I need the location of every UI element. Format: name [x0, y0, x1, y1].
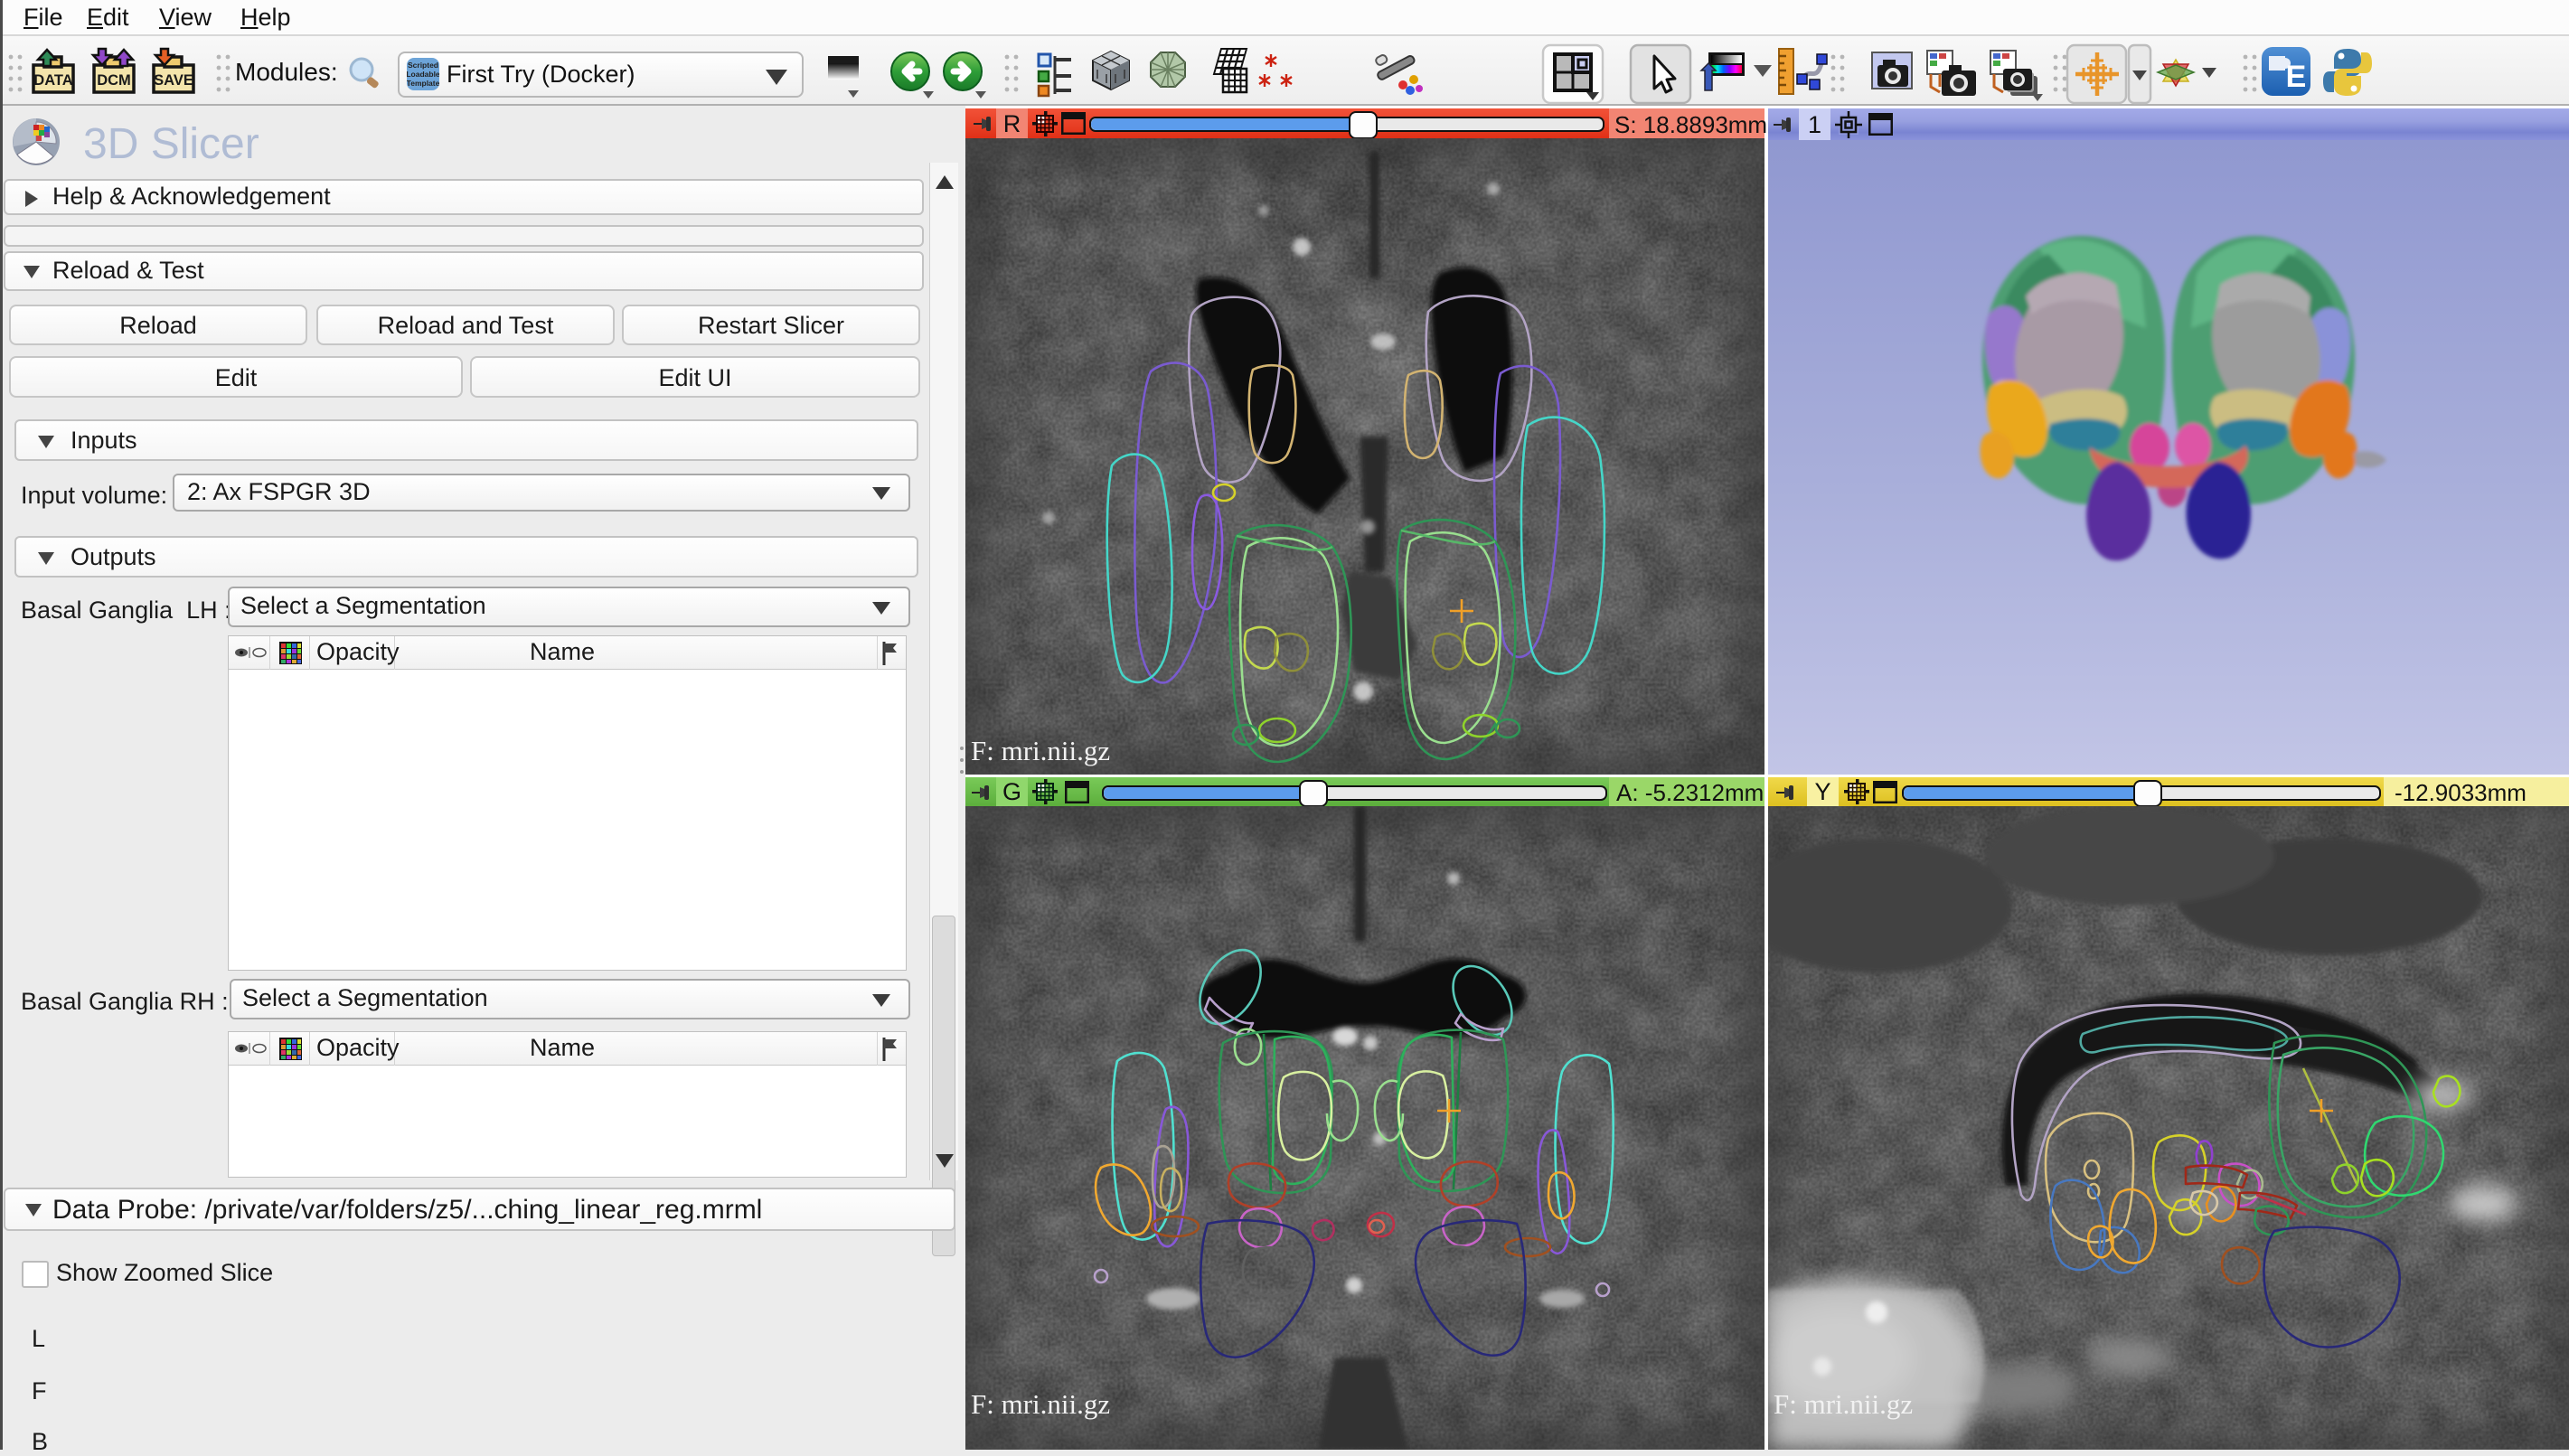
- svg-text:Modules:: Modules:: [235, 58, 338, 86]
- svg-text:E: E: [2286, 60, 2307, 94]
- svg-text:SAVE: SAVE: [154, 72, 193, 89]
- svg-text:Loadable: Loadable: [407, 70, 439, 79]
- svg-text:Scripted: Scripted: [408, 61, 438, 70]
- svg-text:F: mri.nii.gz: F: mri.nii.gz: [1774, 1388, 1913, 1420]
- svg-text:F: mri.nii.gz: F: mri.nii.gz: [971, 1388, 1110, 1420]
- svg-text:DATA: DATA: [33, 72, 72, 89]
- svg-text:DCM: DCM: [97, 72, 131, 89]
- svg-text:Template: Template: [407, 79, 439, 88]
- svg-text:F: mri.nii.gz: F: mri.nii.gz: [971, 735, 1110, 766]
